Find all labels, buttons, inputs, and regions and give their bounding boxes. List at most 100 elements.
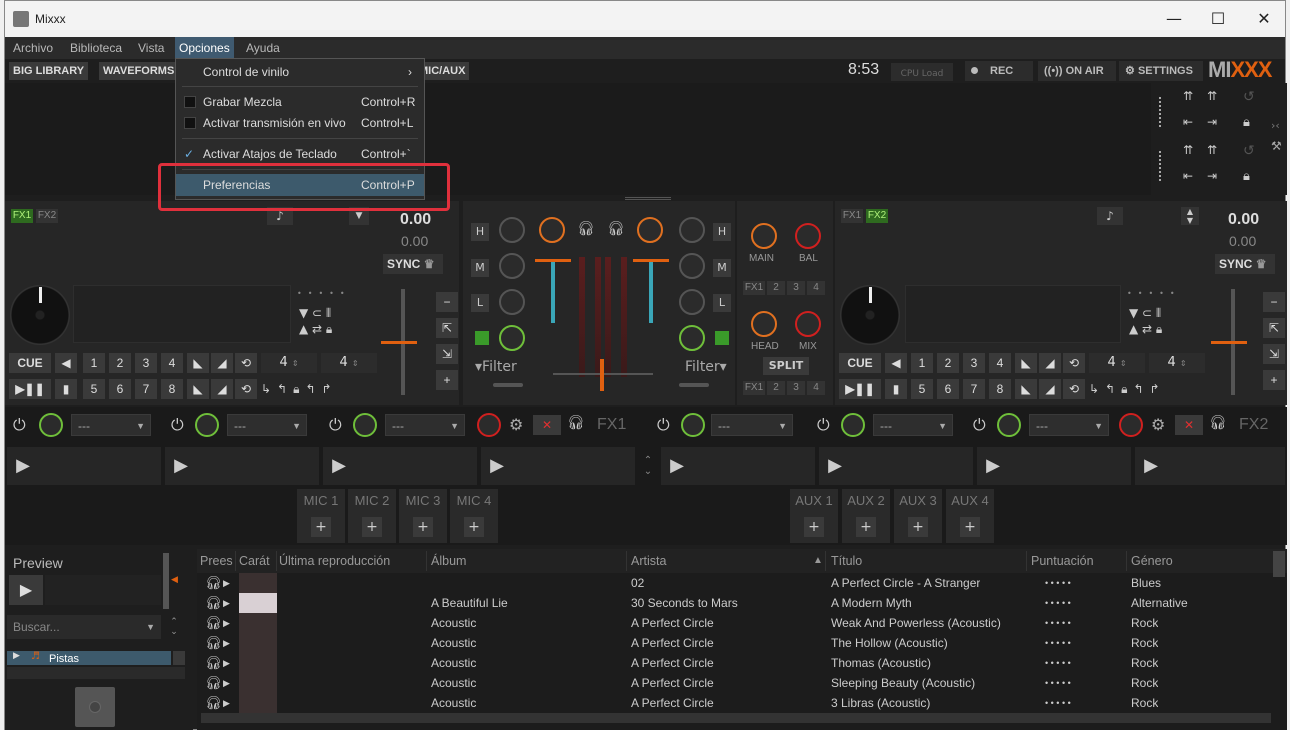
sampler-4[interactable]: ▶ xyxy=(481,447,635,485)
sampler-1[interactable]: ▶ xyxy=(7,447,161,485)
cell-rating[interactable]: • • • • • xyxy=(1045,633,1071,653)
head-mix-knob[interactable] xyxy=(795,311,821,337)
column-last-played[interactable]: Última reproducción xyxy=(279,551,390,571)
deck2-vinyl-spinner[interactable] xyxy=(840,285,900,345)
power-icon-4[interactable]: ⏻ xyxy=(657,415,670,435)
power-icon-5[interactable]: ⏻ xyxy=(817,415,830,435)
column-title[interactable]: Título xyxy=(831,551,862,571)
deck2-hotcue-7[interactable]: 7 xyxy=(963,379,985,399)
deck1-filter-knob[interactable] xyxy=(499,325,525,351)
fx-meta-knob[interactable] xyxy=(39,413,63,437)
fx1-headphone-icon[interactable]: 🎧︎ xyxy=(567,415,585,431)
menu-opciones[interactable]: Opciones xyxy=(175,37,234,59)
column-artist[interactable]: Artista xyxy=(631,551,666,571)
deck2-play-button[interactable]: ▶❚❚ xyxy=(839,379,881,399)
adjust-grid-icon-2[interactable]: ⇈ xyxy=(1207,143,1227,161)
deck2-key-icon[interactable]: ♪ xyxy=(1097,207,1123,225)
preview-play-icon[interactable]: ▶ xyxy=(223,693,230,713)
table-row[interactable]: 🎧︎ ▶ Acoustic A Perfect Circle Thomas (Acous… xyxy=(197,653,1273,673)
preview-play-icon[interactable]: ▶ xyxy=(223,593,230,613)
main-fx2[interactable]: 2 xyxy=(767,281,785,295)
column-cover[interactable]: Carát xyxy=(239,551,270,571)
deck2-seek-button[interactable]: ▮ xyxy=(885,379,907,399)
menu-archivo[interactable]: Archivo xyxy=(9,37,57,59)
tools-icon[interactable]: ⚒ xyxy=(1271,139,1285,153)
deck1-fx2-button[interactable]: FX2 xyxy=(36,209,58,223)
deck1-cue-button[interactable]: CUE xyxy=(9,353,51,373)
maximize-button[interactable]: ☐ xyxy=(1195,1,1241,37)
checkbox-live-broadcast[interactable] xyxy=(184,117,196,129)
deck2-sync-button[interactable]: SYNC ♛ xyxy=(1215,254,1275,274)
vertical-scrollbar[interactable] xyxy=(1273,551,1285,577)
sampler-2[interactable]: ▶ xyxy=(165,447,319,485)
mic-1-add-button[interactable]: + xyxy=(311,517,331,537)
menu-item-live-broadcast[interactable]: Activar transmisión en vivo Control+L xyxy=(176,112,424,134)
big-library-button[interactable]: BIG LIBRARY xyxy=(9,62,89,80)
main-fx3[interactable]: 3 xyxy=(787,281,805,295)
deck1-loop-toggle[interactable]: ⟲ xyxy=(235,353,257,373)
deck1-seek-button[interactable]: ▮ xyxy=(55,379,77,399)
deck1-fx-enable[interactable] xyxy=(475,331,489,345)
power-icon-6[interactable]: ⏻ xyxy=(973,415,986,435)
deck2-volume-handle[interactable] xyxy=(633,259,669,262)
headphone-icon[interactable]: 🎧︎ xyxy=(205,613,222,633)
deck1-volume-handle[interactable] xyxy=(535,259,571,262)
deck2-hotcue-6[interactable]: 6 xyxy=(937,379,959,399)
mic-3-add-button[interactable]: + xyxy=(413,517,433,537)
headphone-icon[interactable]: 🎧︎ xyxy=(205,673,222,693)
aux-2-add-button[interactable]: + xyxy=(856,517,876,537)
cell-rating[interactable]: • • • • • xyxy=(1045,573,1071,593)
sampler-5[interactable]: ▶ xyxy=(661,447,815,485)
move-right-icon-2[interactable]: ⇥ xyxy=(1207,169,1227,187)
deck2-fx1-button[interactable]: FX1 xyxy=(841,209,863,223)
move-left-icon[interactable]: ⇤ xyxy=(1183,115,1203,133)
deck1-rate-down-arrow[interactable]: ⇱ xyxy=(436,318,458,338)
minimize-button[interactable]: — xyxy=(1151,1,1197,37)
search-input[interactable]: Buscar... ▼ xyxy=(7,615,161,639)
deck2-rate-plus[interactable]: + xyxy=(1263,370,1285,390)
fx-effect-select-2[interactable]: --- ▼ xyxy=(227,414,307,436)
column-genre[interactable]: Género xyxy=(1131,551,1173,571)
deck1-vinyl-spinner[interactable] xyxy=(10,285,70,345)
headphone-icon[interactable]: 🎧︎ xyxy=(205,573,222,593)
aux-4-add-button[interactable]: + xyxy=(960,517,980,537)
sync-grid-icon[interactable]: ⇈ xyxy=(1183,89,1203,107)
deck2-reloop[interactable]: ⟲ xyxy=(1063,379,1085,399)
deck2-cue-button[interactable]: CUE xyxy=(839,353,881,373)
checkmark-icon[interactable]: ✓ xyxy=(184,143,194,165)
deck1-hotcue-2[interactable]: 2 xyxy=(109,353,131,373)
sync-grid-icon-2[interactable]: ⇈ xyxy=(1183,143,1203,161)
deck2-loop-size[interactable]: 4 ⇕ xyxy=(1149,353,1205,373)
preview-play-button[interactable]: ▶ xyxy=(9,575,43,605)
fx2-gear-icon[interactable]: ⚙ xyxy=(1151,415,1165,434)
cell-rating[interactable]: • • • • • xyxy=(1045,613,1071,633)
deck1-filter-slider[interactable] xyxy=(493,383,523,387)
deck2-headphone-icon[interactable]: 🎧︎ xyxy=(605,221,627,241)
deck2-beatjump-fwd[interactable]: ◢ xyxy=(1039,353,1061,373)
fx-meta-knob-4[interactable] xyxy=(681,413,705,437)
play-icon-7[interactable]: ▶ xyxy=(983,456,1003,476)
deck2-hotcue-4[interactable]: 4 xyxy=(989,353,1011,373)
deck2-beatjump-back[interactable]: ◣ xyxy=(1015,353,1037,373)
sidebar-hscroll[interactable] xyxy=(7,667,185,679)
main-gain-knob[interactable] xyxy=(751,223,777,249)
deck1-rate-fader-handle[interactable] xyxy=(381,341,417,344)
beatgrid-icon[interactable] xyxy=(1159,97,1179,127)
deck1-loop-controls[interactable]: ▼ ⊂ ⦀ ▲ ⇄ 🔒︎ xyxy=(299,305,371,341)
deck1-eq-low-knob[interactable] xyxy=(499,289,525,315)
deck1-fx1-button[interactable]: FX1 xyxy=(11,209,33,223)
fx-meta-knob-2[interactable] xyxy=(195,413,219,437)
table-row[interactable]: 🎧︎ ▶ Acoustic A Perfect Circle 3 Libras (Aco… xyxy=(197,693,1273,713)
head-fx2[interactable]: 2 xyxy=(767,381,785,395)
headphone-icon[interactable]: 🎧︎ xyxy=(205,653,222,673)
deck2-beatjump-size[interactable]: 4 ⇕ xyxy=(1089,353,1145,373)
deck1-volume-fader[interactable] xyxy=(551,259,555,323)
sampler-8[interactable]: ▶ xyxy=(1135,447,1285,485)
deck2-loop-controls[interactable]: ▼ ⊂ ⦀ ▲ ⇄ 🔒︎ xyxy=(1129,305,1201,341)
deck2-beatjump-back-2[interactable]: ◣ xyxy=(1015,379,1037,399)
play-icon-2[interactable]: ▶ xyxy=(171,456,191,476)
deck1-hotcue-1[interactable]: 1 xyxy=(83,353,105,373)
beatgrid-icon-2[interactable] xyxy=(1159,151,1179,181)
settings-button[interactable]: ⚙ SETTINGS xyxy=(1119,61,1203,81)
sampler-6[interactable]: ▶ xyxy=(819,447,973,485)
